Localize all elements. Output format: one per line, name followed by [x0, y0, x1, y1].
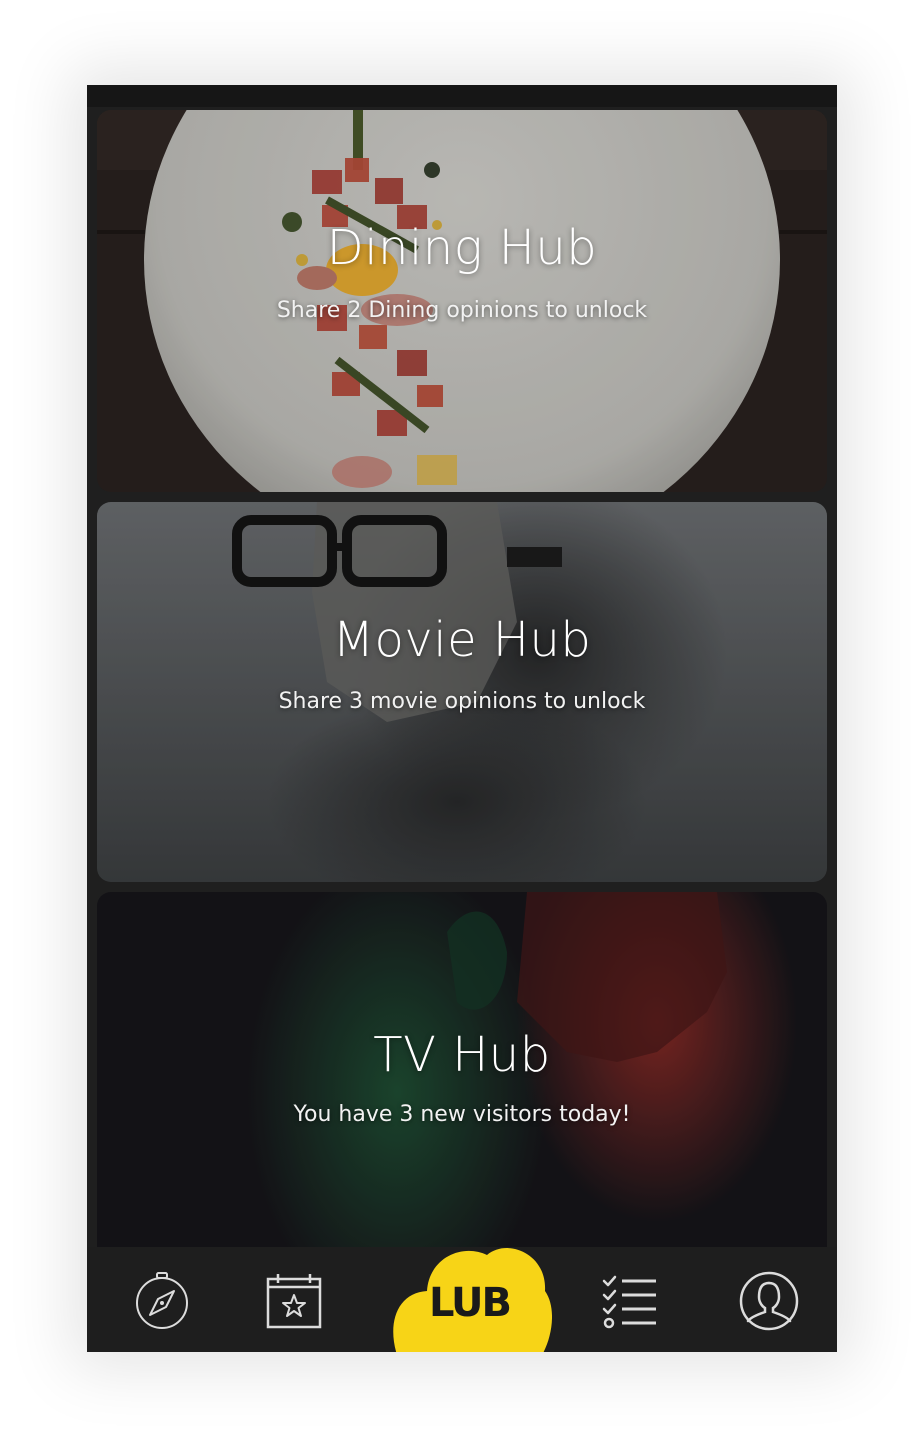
- dining-hub-title: Dining Hub: [326, 220, 598, 276]
- checklist-tab[interactable]: [598, 1269, 662, 1333]
- status-bar: [87, 85, 837, 107]
- home-logo-text: LUB: [428, 1280, 512, 1326]
- tv-hub-card[interactable]: TV Hub You have 3 new visitors today!: [97, 892, 827, 1252]
- events-tab[interactable]: [262, 1269, 326, 1333]
- tv-hub-subtitle: You have 3 new visitors today!: [293, 1102, 631, 1127]
- tv-hub-title: TV Hub: [373, 1027, 551, 1083]
- phone-frame: Dining Hub Share 2 Dining opinions to un…: [87, 85, 837, 1352]
- profile-tab[interactable]: [737, 1269, 801, 1333]
- checklist-icon: [602, 1275, 656, 1329]
- explore-tab[interactable]: [130, 1269, 194, 1333]
- dining-hub-subtitle: Share 2 Dining opinions to unlock: [276, 298, 648, 323]
- movie-hub-card[interactable]: Movie Hub Share 3 movie opinions to unlo…: [97, 502, 827, 882]
- movie-hub-subtitle: Share 3 movie opinions to unlock: [278, 689, 646, 714]
- home-logo-button[interactable]: LUB: [387, 1233, 552, 1352]
- bottom-tab-bar: LUB: [87, 1247, 837, 1352]
- movie-hub-title: Movie Hub: [332, 612, 592, 668]
- compass-icon: [136, 1272, 188, 1329]
- calendar-star-icon: [266, 1274, 322, 1329]
- dining-hub-card[interactable]: Dining Hub Share 2 Dining opinions to un…: [97, 110, 827, 492]
- profile-icon: [739, 1271, 799, 1331]
